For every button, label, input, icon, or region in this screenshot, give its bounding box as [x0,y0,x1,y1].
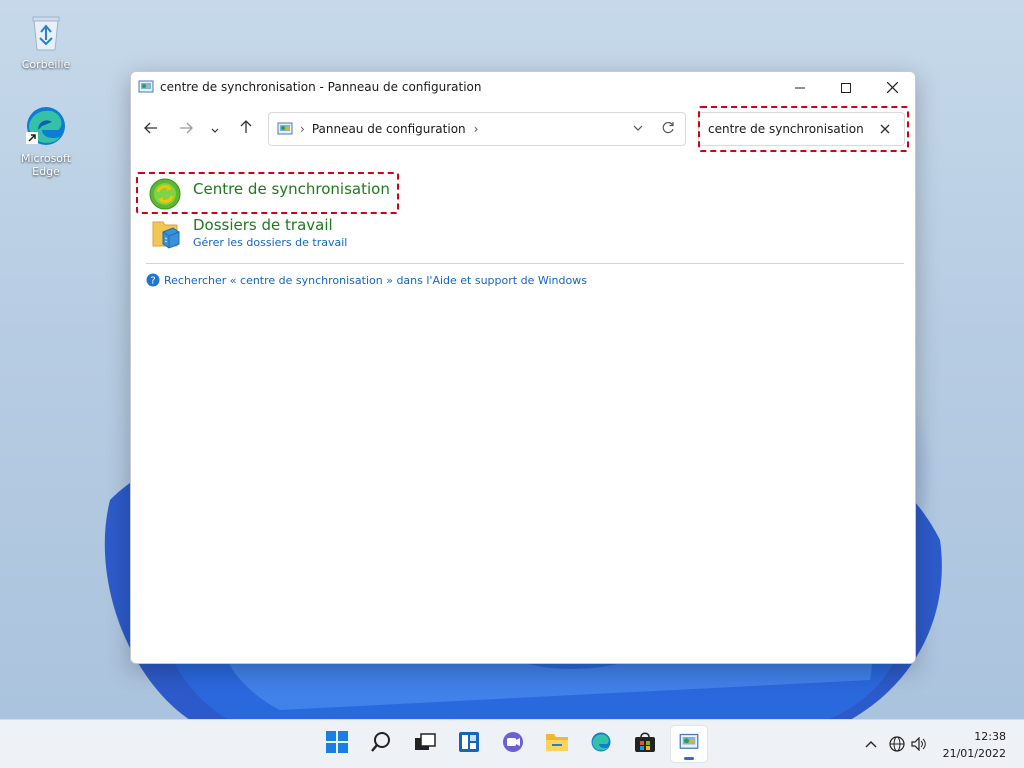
desktop-icon-label: Corbeille [21,58,71,71]
search-icon [370,731,392,757]
control-panel-icon [277,121,293,137]
task-view-button[interactable] [407,726,443,762]
file-explorer-button[interactable] [539,726,575,762]
widgets-icon [458,731,480,757]
minimize-button[interactable] [777,72,823,102]
taskbar: 12:38 21/01/2022 [0,719,1024,768]
minimize-icon [795,78,805,97]
start-button[interactable] [319,726,355,762]
desktop-recycle-bin[interactable]: Corbeille [6,10,86,71]
breadcrumb-chevron-icon[interactable]: › [474,122,479,136]
forward-button[interactable] [174,116,198,140]
recycle-bin-icon [24,10,68,54]
help-link-text[interactable]: Rechercher « centre de synchronisation »… [164,274,587,287]
volume-icon[interactable] [908,737,930,751]
control-panel-icon [678,732,700,756]
back-arrow-icon [144,119,158,138]
desktop-icon-label: Microsoft Edge [20,152,72,178]
task-view-icon [414,732,436,756]
svg-text:?: ? [150,276,155,287]
breadcrumb-item[interactable]: Panneau de configuration [312,122,466,136]
clock[interactable]: 12:38 21/01/2022 [943,728,1006,762]
clock-time: 12:38 [974,730,1006,743]
start-icon [326,731,348,757]
control-panel-taskbar-button[interactable] [671,726,707,762]
search-button[interactable] [363,726,399,762]
chat-button[interactable] [495,726,531,762]
divider [146,263,904,264]
back-button[interactable] [139,116,163,140]
result-subtitle-link[interactable]: Gérer les dossiers de travail [193,236,347,249]
clock-date: 21/01/2022 [942,747,1006,760]
address-dropdown-icon[interactable] [633,121,643,135]
help-search-link[interactable]: ? Rechercher « centre de synchronisation… [146,273,587,287]
store-icon [634,731,656,757]
window-title: centre de synchronisation - Panneau de c… [160,80,482,94]
maximize-button[interactable] [823,72,869,102]
control-panel-icon [138,79,154,95]
maximize-icon [841,78,851,97]
edge-icon [590,731,612,757]
up-button[interactable] [234,116,258,140]
breadcrumb-separator-icon: › [300,122,305,136]
result-highlight [136,172,399,214]
help-icon: ? [146,273,160,287]
search-highlight [698,106,909,152]
refresh-icon[interactable] [661,121,675,138]
recent-locations-button[interactable] [205,116,225,140]
result-title[interactable]: Dossiers de travail [193,216,347,234]
active-indicator [684,757,694,760]
close-button[interactable] [869,72,915,102]
chat-icon [501,731,525,757]
control-panel-window: centre de synchronisation - Panneau de c… [130,71,916,664]
chevron-up-icon[interactable] [862,740,880,748]
forward-arrow-icon [179,119,193,138]
widgets-button[interactable] [451,726,487,762]
address-bar[interactable]: › Panneau de configuration › [268,112,686,146]
file-explorer-icon [545,732,569,756]
edge-button[interactable] [583,726,619,762]
title-bar[interactable]: centre de synchronisation - Panneau de c… [131,72,915,102]
close-icon [886,78,898,97]
desktop-edge[interactable]: Microsoft Edge [6,104,86,178]
system-tray [862,720,930,768]
up-arrow-icon [240,119,252,138]
work-folders-icon [149,216,183,250]
result-work-folders[interactable]: Dossiers de travail Gérer les dossiers d… [149,216,347,250]
recent-dropdown-icon [211,119,219,138]
store-button[interactable] [627,726,663,762]
edge-icon [24,104,68,148]
network-icon[interactable] [886,736,908,752]
